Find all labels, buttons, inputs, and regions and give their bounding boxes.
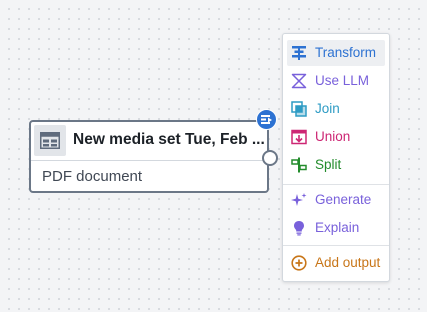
split-icon [291, 157, 307, 173]
menu-item-explain[interactable]: Explain [287, 215, 385, 241]
menu-item-generate[interactable]: Generate [287, 187, 385, 213]
sparkle-icon [291, 192, 307, 208]
media-set-node[interactable]: New media set Tue, Feb ... PDF document [29, 120, 269, 193]
menu-item-label: Generate [315, 192, 372, 207]
menu-item-label: Explain [315, 220, 360, 235]
transform-icon [291, 45, 307, 61]
menu-item-use-llm[interactable]: Use LLM [287, 68, 385, 94]
join-icon [291, 101, 307, 117]
menu-item-add-output[interactable]: Add output [287, 250, 385, 276]
menu-divider [283, 245, 389, 246]
node-subtitle: PDF document [42, 168, 143, 185]
menu-divider [283, 184, 389, 185]
menu-item-label: Use LLM [315, 73, 370, 88]
menu-item-label: Union [315, 129, 351, 144]
menu-item-split[interactable]: Split [287, 152, 385, 178]
menu-item-label: Transform [315, 45, 377, 60]
menu-item-label: Split [315, 157, 342, 172]
lightbulb-icon [291, 220, 307, 236]
node-status-badge[interactable] [256, 109, 277, 130]
node-title: New media set Tue, Feb ... [73, 131, 265, 148]
media-set-icon [34, 125, 66, 156]
menu-item-transform[interactable]: Transform [287, 40, 385, 66]
menu-item-join[interactable]: Join [287, 96, 385, 122]
menu-item-union[interactable]: Union [287, 124, 385, 150]
add-transform-menu: Transform Use LLM Join Union Split Gener… [282, 33, 390, 282]
node-header: New media set Tue, Feb ... [31, 122, 267, 161]
llm-icon [291, 73, 307, 89]
menu-item-label: Join [315, 101, 340, 116]
add-circle-icon [291, 255, 307, 271]
union-icon [291, 129, 307, 145]
output-port[interactable] [262, 150, 278, 166]
menu-item-label: Add output [315, 255, 381, 270]
